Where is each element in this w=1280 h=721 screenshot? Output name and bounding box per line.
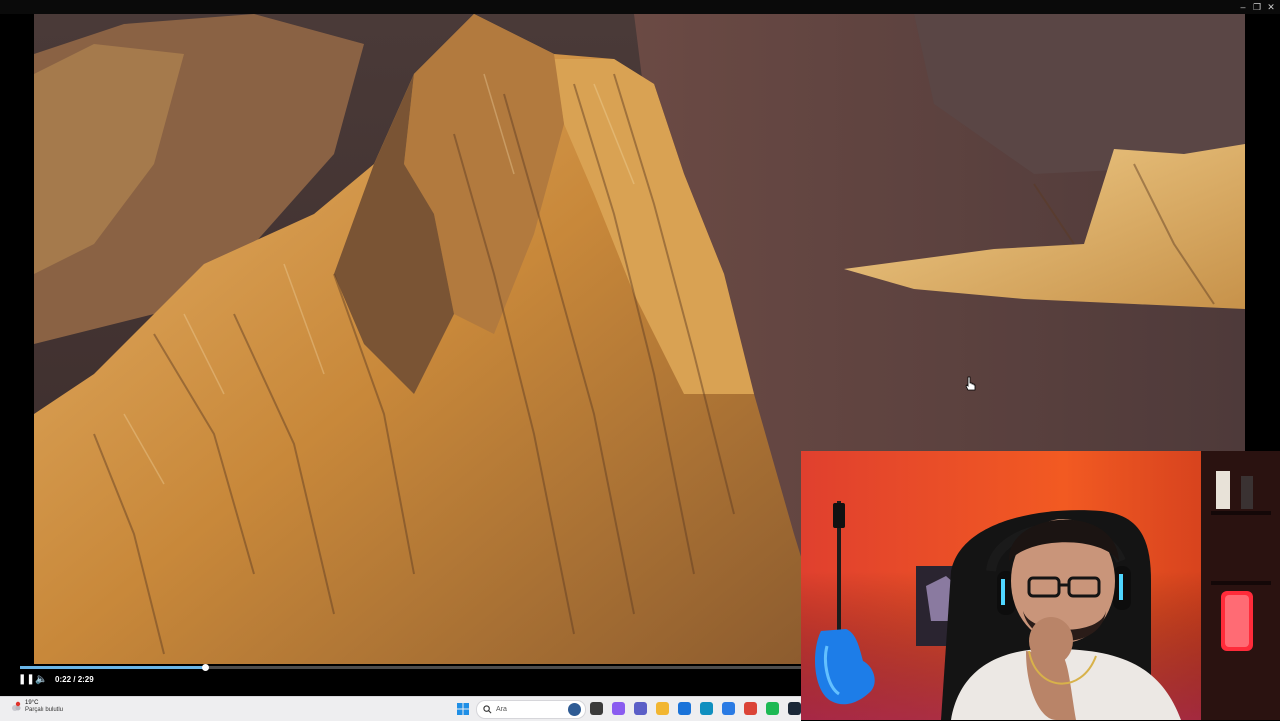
steam-icon[interactable] <box>788 702 801 715</box>
weather-temperature: 19°C <box>25 700 39 706</box>
webcam-overlay <box>801 451 1280 720</box>
weather-alert-badge <box>15 701 21 707</box>
task-view-icon[interactable] <box>590 702 603 715</box>
video-controls: ❚❚ 🔈 0:22 / 2:29 <box>0 664 801 696</box>
search-icon <box>483 705 492 714</box>
weather-widget[interactable]: 19°C Parçalı bulutlu <box>10 700 63 714</box>
restore-button[interactable]: ❐ <box>1250 0 1264 14</box>
search-highlight-image <box>568 703 581 716</box>
hand-pointer-icon <box>965 376 976 391</box>
weather-cloud-icon <box>12 701 21 711</box>
file-explorer-icon[interactable] <box>656 702 669 715</box>
seek-bar-progress <box>20 666 206 669</box>
seek-bar[interactable] <box>20 664 801 671</box>
close-button[interactable]: ✕ <box>1264 0 1278 14</box>
current-time: 0:22 <box>55 675 72 684</box>
seek-thumb[interactable] <box>202 664 210 671</box>
store-icon[interactable] <box>722 702 735 715</box>
copilot-icon[interactable] <box>612 702 625 715</box>
taskbar-search[interactable]: Ara <box>476 700 586 719</box>
window-titlebar: – ❐ ✕ <box>0 0 1280 14</box>
mail-icon[interactable] <box>678 702 691 715</box>
windows-start-icon[interactable] <box>457 703 469 715</box>
teams-icon[interactable] <box>634 702 647 715</box>
duration: 2:29 <box>77 675 94 684</box>
volume-button[interactable]: 🔈 <box>35 674 47 686</box>
pause-button[interactable]: ❚❚ <box>18 674 35 686</box>
edge-icon[interactable] <box>700 702 713 715</box>
minimize-button[interactable]: – <box>1236 0 1250 14</box>
windows-taskbar: 19°C Parçalı bulutlu Ara <box>0 696 823 721</box>
weather-description: Parçalı bulutlu <box>25 707 64 713</box>
webcam-feed <box>801 451 1280 720</box>
time-display: 0:22 / 2:29 <box>55 675 94 684</box>
search-placeholder: Ara <box>496 706 507 713</box>
spotify-icon[interactable] <box>766 702 779 715</box>
window-controls: – ❐ ✕ <box>1236 0 1278 14</box>
time-separator: / <box>71 675 78 684</box>
chrome-icon[interactable] <box>744 702 757 715</box>
